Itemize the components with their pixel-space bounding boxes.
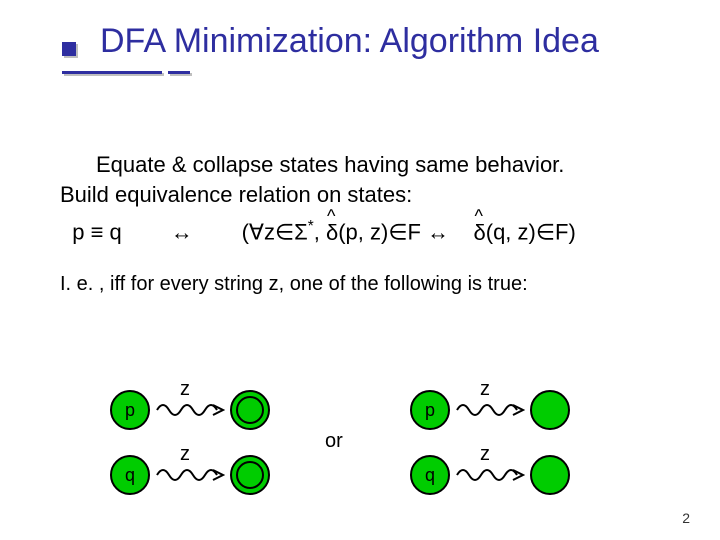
title-underline-icon <box>168 71 190 74</box>
accept-state-left-top <box>230 390 270 430</box>
squiggle-arrow-icon <box>155 465 225 485</box>
eq-comma: , <box>314 220 326 245</box>
squiggle-arrow-icon <box>155 400 225 420</box>
eq-lhs: p ≡ q <box>72 220 122 245</box>
nonaccept-state-right-top <box>530 390 570 430</box>
state-q-left: q <box>110 455 150 495</box>
state-p-left: p <box>110 390 150 430</box>
squiggle-arrow-icon <box>455 400 525 420</box>
state-q-right: q <box>410 455 450 495</box>
slide-title: DFA Minimization: Algorithm Idea <box>100 22 599 61</box>
slide: DFA Minimization: Algorithm Idea Equate … <box>0 0 720 540</box>
body-line-1: Equate & collapse states having same beh… <box>60 150 675 180</box>
z-label: z <box>480 443 490 466</box>
state-diagram: p z q z or p z q z <box>80 390 640 520</box>
z-label: z <box>180 443 190 466</box>
title-underline-icon <box>62 71 162 74</box>
eq-iff: ↔ <box>171 220 193 245</box>
nonaccept-state-right-bottom <box>530 455 570 495</box>
delta-hat-icon: δ <box>474 218 486 248</box>
state-p-right: p <box>410 390 450 430</box>
title-bullet-icon <box>62 42 76 56</box>
squiggle-arrow-icon <box>455 465 525 485</box>
z-label: z <box>480 378 490 401</box>
eq-forall: (∀z∈Σ <box>242 220 308 245</box>
accept-state-left-bottom <box>230 455 270 495</box>
equivalence-definition: p ≡ q ↔ (∀z∈Σ*, δ(p, z)∈F ↔ δ(q, z)∈F) <box>60 217 675 247</box>
eq-p-part: (p, z)∈F <box>338 220 427 245</box>
body-text: Equate & collapse states having same beh… <box>60 150 675 298</box>
delta-hat-icon: δ <box>326 218 338 248</box>
eq-q-part: (q, z)∈F) <box>486 220 576 245</box>
eq-iff-2: ↔ <box>427 220 449 245</box>
or-label: or <box>325 430 343 453</box>
ie-line: I. e. , iff for every string z, one of t… <box>60 271 675 298</box>
page-number: 2 <box>682 510 690 526</box>
z-label: z <box>180 378 190 401</box>
body-line-2: Build equivalence relation on states: <box>60 180 675 210</box>
